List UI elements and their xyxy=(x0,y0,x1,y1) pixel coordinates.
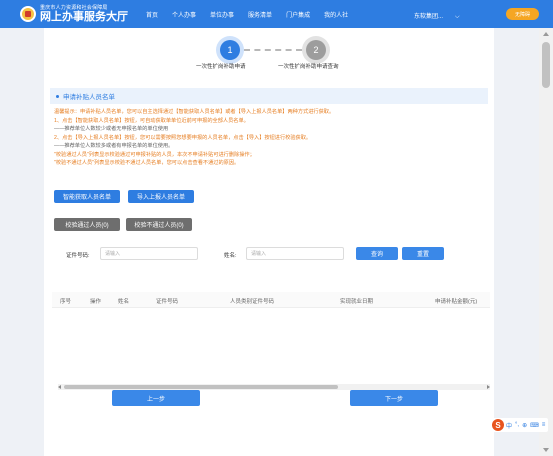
col-action: 操作 xyxy=(90,299,102,305)
reset-button[interactable]: 重置 xyxy=(402,247,444,260)
section-header: 申请补贴人员名单 xyxy=(50,88,488,104)
nav-unit[interactable]: 单位办事 xyxy=(210,10,234,19)
scroll-right-icon[interactable] xyxy=(487,385,490,389)
main-nav: 首页 个人办事 单位办事 服务清单 门户集成 我的人社 xyxy=(146,10,362,19)
nav-home[interactable]: 首页 xyxy=(146,10,158,19)
step2-circle[interactable]: 2 xyxy=(306,40,326,60)
tips-block: 温馨提示：申请补贴人员名单，您可以自主选择通过【智能获取人员名单】或者【导入上报… xyxy=(54,108,484,168)
tip-line: ——推荐单位人数较多或者有申报名单的单位使用。 xyxy=(54,143,174,149)
id-number-input[interactable]: 请输入 xyxy=(100,247,198,260)
col-category-id: 人员类别证件号码 xyxy=(230,299,275,305)
smart-fetch-button[interactable]: 智能获取人员名单 xyxy=(54,190,120,203)
import-list-button[interactable]: 导入上报人员名单 xyxy=(128,190,194,203)
scroll-thumb[interactable] xyxy=(542,42,550,88)
failed-tab[interactable]: 校验不通过人员(0) xyxy=(126,218,192,231)
company-name: 东软集团... xyxy=(414,14,444,20)
bullet-icon xyxy=(56,94,59,98)
tip-line: 温馨提示：申请补贴人员名单，您可以自主选择通过【智能获取人员名单】或者【导入上报… xyxy=(54,109,335,115)
step1-label: 一次性扩岗补助申请 xyxy=(196,64,246,70)
top-navigation-bar: 重庆市人力资源和社会保障局 网上办事服务大厅 首页 个人办事 单位办事 服务清单… xyxy=(0,0,553,28)
tip-line: 1、点击【智能获取人员名单】按钮，可自动获取单单位近前可申报的全部人员名单。 xyxy=(54,117,249,124)
id-label: 证件号码: xyxy=(66,253,90,259)
tip-line: "校验通过人员"列表显示校验通过可申报补贴的人员，本次不申请补贴可进行删除操作； xyxy=(54,151,255,158)
ime-chinese-toggle[interactable]: 中 xyxy=(506,421,512,430)
section-title: 申请补贴人员名单 xyxy=(63,94,115,101)
step1-circle[interactable]: 1 xyxy=(220,40,240,60)
name-input[interactable]: 请输入 xyxy=(246,247,344,260)
prev-step-button[interactable]: 上一步 xyxy=(112,390,200,406)
sogou-icon[interactable]: S xyxy=(492,419,504,431)
ime-voice-icon[interactable]: ⊕ xyxy=(522,422,527,429)
emblem-icon xyxy=(20,6,36,22)
nav-my[interactable]: 我的人社 xyxy=(324,10,348,19)
step2-label: 一次性扩岗补助申请查询 xyxy=(278,64,339,70)
col-index: 序号 xyxy=(60,299,72,305)
logo-subtitle: 重庆市人力资源和社会保障局 xyxy=(40,4,108,11)
col-name: 姓名 xyxy=(118,299,130,305)
name-label: 姓名: xyxy=(224,253,237,259)
ime-keyboard-icon[interactable]: ⌨ xyxy=(530,422,539,429)
col-subsidy-amount: 申请补贴金额(元) xyxy=(435,299,478,305)
scroll-up-icon[interactable] xyxy=(543,32,549,36)
step-connector xyxy=(244,49,302,51)
logo-title: 网上办事服务大厅 xyxy=(40,10,128,23)
tip-line: 2、点击【导入上报人员名单】按钮，您可以需要按照您想要申报的人员名单，点击【导入… xyxy=(54,134,312,141)
table-header: 序号 操作 姓名 证件号码 人员类别证件号码 实现就业日期 申请补贴金额(元) xyxy=(52,292,490,308)
chevron-down-icon: ⌵ xyxy=(455,14,460,20)
nav-service-list[interactable]: 服务清单 xyxy=(248,10,272,19)
accessibility-button[interactable]: 无障碍 xyxy=(506,8,539,20)
query-button[interactable]: 查询 xyxy=(356,247,398,260)
scroll-down-icon[interactable] xyxy=(543,448,549,452)
company-dropdown[interactable]: 东软集团... ⌵ xyxy=(414,11,460,21)
site-logo[interactable]: 重庆市人力资源和社会保障局 网上办事服务大厅 xyxy=(20,4,128,23)
ime-menu-icon[interactable]: ≡ xyxy=(542,422,546,428)
scroll-thumb[interactable] xyxy=(64,385,338,389)
scroll-left-icon[interactable] xyxy=(58,385,61,389)
ime-punctuation-icon[interactable]: °, xyxy=(515,422,519,428)
vertical-scrollbar[interactable] xyxy=(539,28,553,456)
col-id: 证件号码 xyxy=(156,299,179,305)
next-step-button[interactable]: 下一步 xyxy=(350,390,438,406)
nav-personal[interactable]: 个人办事 xyxy=(172,10,196,19)
nav-portal[interactable]: 门户集成 xyxy=(286,10,310,19)
col-employment-date: 实现就业日期 xyxy=(340,299,374,305)
main-panel: 1 2 一次性扩岗补助申请 一次性扩岗补助申请查询 申请补贴人员名单 温馨提示：… xyxy=(44,28,494,456)
passed-tab[interactable]: 校验通过人员(0) xyxy=(54,218,120,231)
tip-line: "校验不通过人员"列表显示校验不通过人员名单，您可以点击查看不通过的原因。 xyxy=(54,160,240,166)
tip-line: ——推荐单位人数较少或者无申报名单的单位使用 xyxy=(54,126,169,132)
ime-toolbar[interactable]: S 中 °, ⊕ ⌨ ≡ xyxy=(492,418,549,432)
